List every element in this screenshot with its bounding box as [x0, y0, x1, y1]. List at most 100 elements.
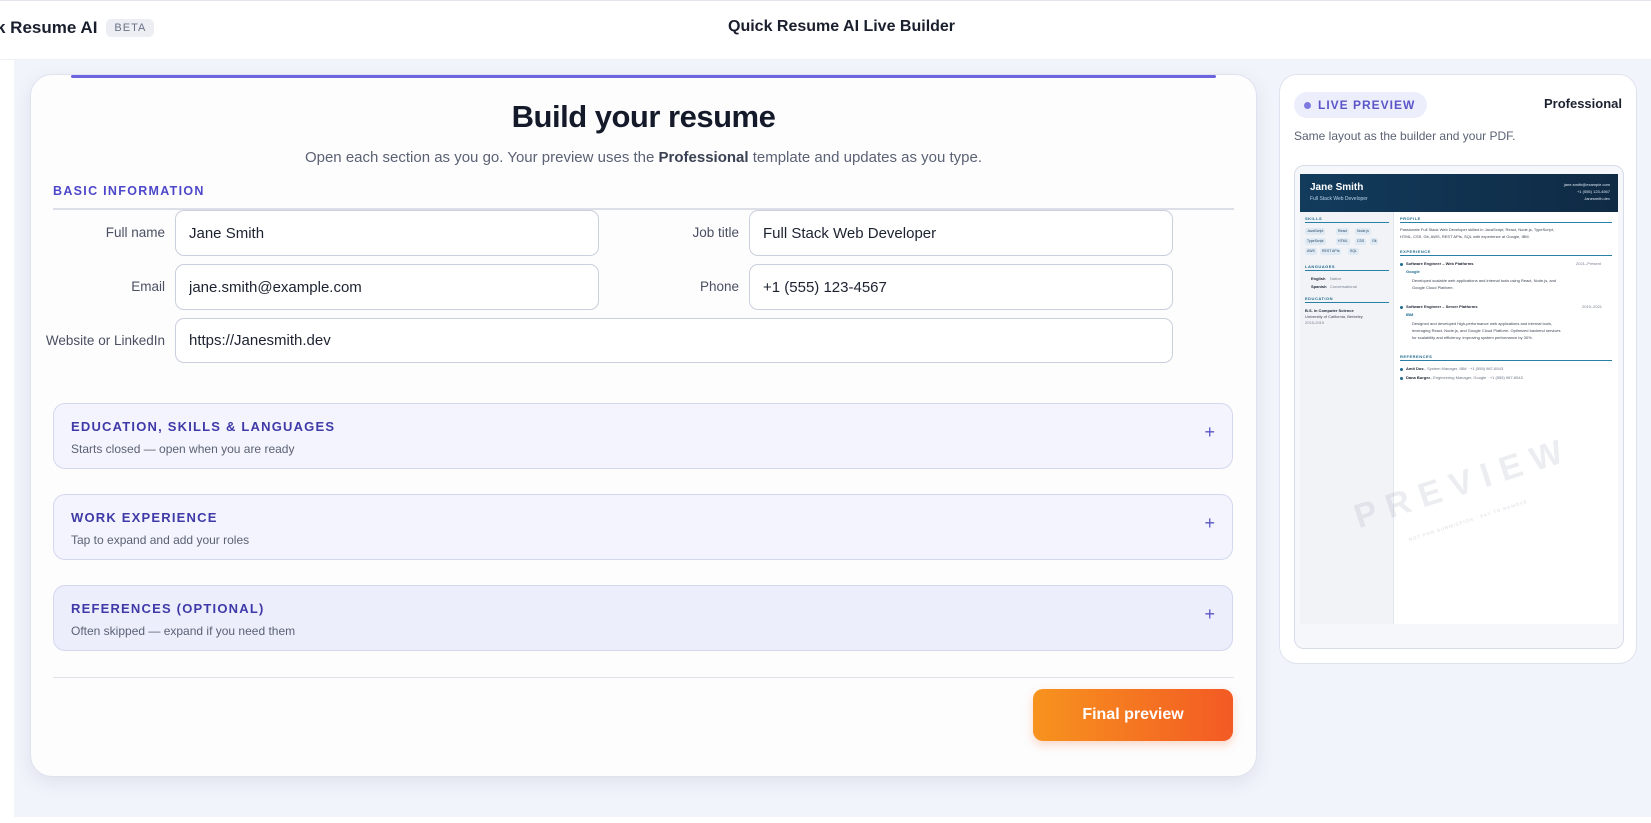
job-detail-line: Google Cloud Platform.: [1412, 285, 1454, 290]
job-detail-line: Developed scalable web applications and …: [1412, 278, 1557, 283]
full-name-label: Full name: [105, 225, 165, 240]
accordion-subtitle: Tap to expand and add your roles: [71, 533, 250, 547]
skills-heading: SKILLS: [1305, 216, 1323, 221]
phone-input[interactable]: [749, 264, 1173, 310]
resume-website: Janesmith.dev: [1584, 196, 1610, 201]
top-bar: k Resume AI BETA Quick Resume AI Live Bu…: [0, 0, 1651, 60]
languages-heading: LANGUAGES: [1305, 264, 1336, 269]
skills-rule: [1305, 222, 1389, 223]
references-heading: REFERENCES: [1400, 354, 1433, 359]
template-name: Professional: [1543, 96, 1622, 111]
skill-chip: CSS: [1355, 238, 1367, 245]
expand-plus-icon[interactable]: +: [1204, 604, 1215, 625]
job-company: Google: [1406, 269, 1420, 274]
builder-subtitle: Open each section as you go. Your previe…: [31, 149, 1256, 166]
job-title: Software Engineer – Server Platforms: [1406, 304, 1478, 309]
profile-line: Passionate Full Stack Web Developer skil…: [1400, 227, 1554, 232]
builder-heading: Build your resume: [511, 99, 776, 134]
accordion-subtitle: Often skipped — expand if you need them: [71, 624, 296, 638]
website-label: Website or LinkedIn: [45, 333, 165, 348]
resume-email: jane.smith@example.com: [1563, 182, 1610, 187]
skill-chip: JavaScript: [1305, 228, 1326, 235]
reference-detail: — Engineering Manager, Google · +1 (555)…: [1428, 375, 1523, 380]
profile-line: HTML, CSS, Git, AWS, REST APIs, SQL with…: [1400, 234, 1530, 239]
full-name-input[interactable]: [175, 210, 599, 256]
builder-card: Build your resume Open each section as y…: [30, 74, 1257, 777]
brand-name: k Resume AI: [0, 18, 98, 37]
accordion-subtitle: Starts closed — open when you are ready: [71, 442, 295, 456]
language-level: Native: [1330, 276, 1342, 281]
expand-plus-icon[interactable]: +: [1204, 422, 1215, 443]
footer-divider: [53, 677, 1234, 678]
live-preview-panel: LIVE PREVIEW Professional Same layout as…: [1279, 74, 1637, 664]
job-bullet-icon: [1400, 263, 1403, 266]
job-dates: 2019–2021: [1582, 304, 1603, 309]
education-years: 2015-2019: [1305, 320, 1325, 325]
resume-document: Jane Smith Full Stack Web Developer jane…: [1300, 174, 1618, 624]
job-bullet-icon: [1400, 306, 1403, 309]
email-label: Email: [131, 279, 165, 294]
page-title: Quick Resume AI Live Builder: [728, 18, 956, 35]
skill-chip: SQL: [1348, 248, 1360, 255]
subtitle-text-pre: Open each section as you go. Your previe…: [304, 149, 659, 166]
language-level: Conversational: [1330, 284, 1357, 289]
skill-chip: AWS: [1305, 248, 1317, 255]
job-detail-line: for scalability and efficiency, improvin…: [1412, 335, 1533, 340]
reference-bullet-icon: [1400, 368, 1403, 371]
website-input[interactable]: [175, 318, 1173, 363]
subtitle-text-post: template and updates as you type.: [748, 149, 983, 166]
skill-chip: HTML: [1336, 238, 1350, 245]
live-preview-badge: LIVE PREVIEW: [1294, 92, 1428, 118]
reference-detail: — System Manager, IBM · +1 (555) 987-654…: [1422, 366, 1504, 371]
resume-role: Full Stack Web Developer: [1310, 196, 1368, 202]
job-title-label: Job title: [692, 225, 739, 240]
references-rule: [1400, 360, 1612, 361]
job-company: IBM: [1406, 312, 1414, 317]
basic-info-heading: BASIC INFORMATION: [53, 184, 205, 198]
resume-name: Jane Smith: [1310, 182, 1364, 193]
email-input[interactable]: [175, 264, 599, 310]
skill-chip: Git: [1370, 238, 1379, 245]
education-rule: [1305, 302, 1389, 303]
resume-header: Jane Smith Full Stack Web Developer jane…: [1300, 174, 1618, 212]
accordion-references[interactable]: REFERENCES (OPTIONAL) Often skipped — ex…: [53, 585, 1233, 651]
languages-rule: [1305, 270, 1389, 271]
job-title: Software Engineer – Web Platforms: [1406, 261, 1474, 266]
accordion-title: EDUCATION, SKILLS & LANGUAGES: [71, 419, 336, 434]
job-title-input[interactable]: [749, 210, 1173, 256]
final-preview-button[interactable]: Final preview: [1033, 689, 1233, 741]
accordion-title: REFERENCES (OPTIONAL): [71, 601, 265, 616]
language-name: Spanish: [1311, 284, 1327, 289]
resume-phone: +1 (555) 123-4567: [1576, 189, 1610, 194]
live-dot-icon: [1304, 101, 1311, 109]
accordion-work-experience[interactable]: WORK EXPERIENCE Tap to expand and add yo…: [53, 494, 1233, 560]
education-degree: B.S. in Computer Science: [1305, 308, 1354, 313]
accordion-education-skills-languages[interactable]: EDUCATION, SKILLS & LANGUAGES Starts clo…: [53, 403, 1233, 469]
language-name: English: [1311, 276, 1326, 281]
card-accent-bar: [71, 75, 1216, 78]
profile-heading: PROFILE: [1400, 216, 1421, 221]
skill-chip: TypeScript: [1305, 238, 1326, 245]
preview-subtitle: Same layout as the builder and your PDF.: [1294, 129, 1516, 143]
job-dates: 2021–Present: [1576, 261, 1601, 266]
beta-badge: BETA: [106, 19, 155, 37]
education-heading: EDUCATION: [1305, 296, 1333, 301]
live-preview-label: LIVE PREVIEW: [1318, 98, 1416, 112]
education-school: University of California, Berkeley: [1305, 314, 1363, 319]
phone-label: Phone: [699, 279, 739, 294]
reference-name: Dana Burger: [1406, 375, 1431, 380]
job-detail-line: leveraging React, Node.js, and Google Cl…: [1412, 328, 1561, 333]
profile-rule: [1400, 222, 1612, 223]
reference-name: Amit Doe: [1406, 366, 1424, 371]
resume-sidebar: SKILLS JavaScript React Node.js TypeScri…: [1300, 212, 1394, 624]
accordion-title: WORK EXPERIENCE: [71, 510, 218, 525]
experience-heading: EXPERIENCE: [1400, 249, 1431, 254]
experience-rule: [1400, 255, 1612, 256]
skill-chip: REST APIs: [1320, 248, 1342, 255]
preview-frame[interactable]: Jane Smith Full Stack Web Developer jane…: [1294, 165, 1624, 649]
brand[interactable]: k Resume AI BETA: [0, 18, 155, 38]
job-detail-line: Designed and developed high-performance …: [1412, 321, 1553, 326]
expand-plus-icon[interactable]: +: [1204, 513, 1215, 534]
skill-chip: React: [1336, 228, 1350, 235]
skill-chip: Node.js: [1355, 228, 1371, 235]
